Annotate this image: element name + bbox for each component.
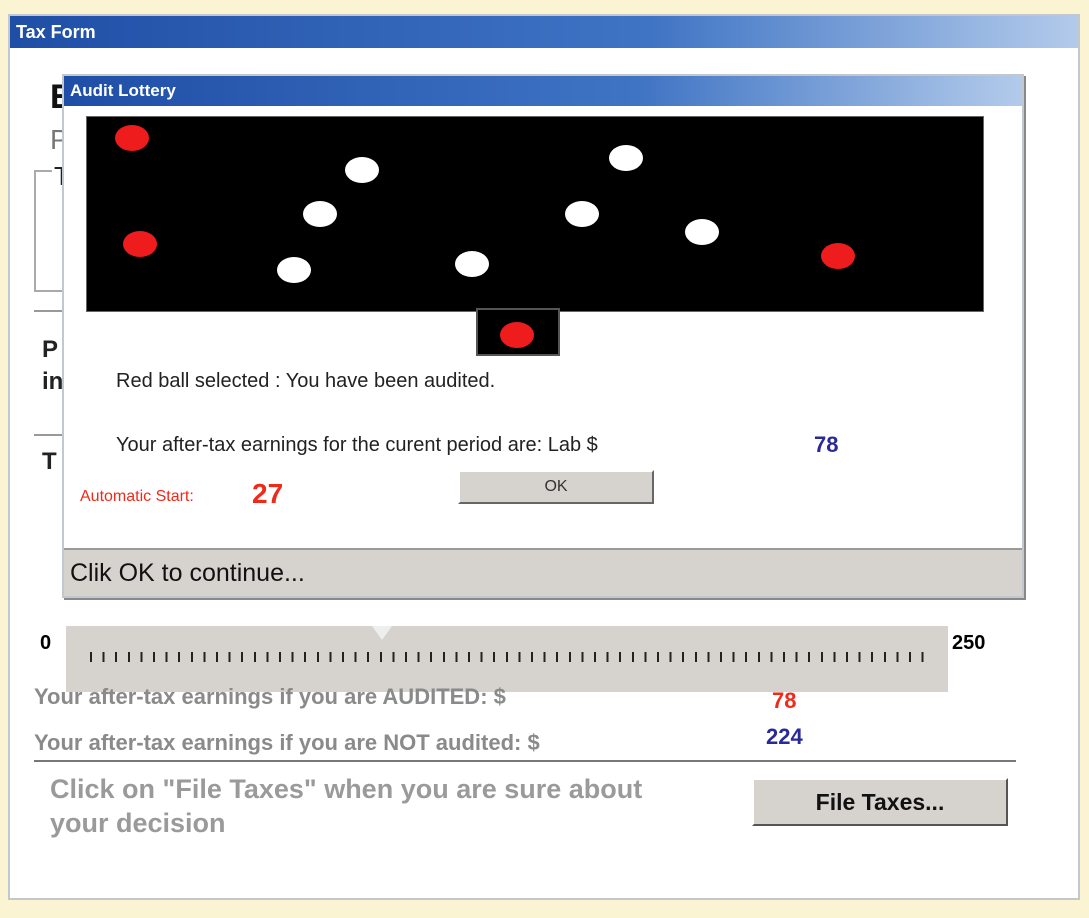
file-taxes-button[interactable]: File Taxes... xyxy=(752,778,1008,826)
instruction-text: Click on "File Taxes" when you are sure … xyxy=(50,774,643,838)
red-ball xyxy=(115,125,149,151)
audited-earnings-label: Your after-tax earnings if you are AUDIT… xyxy=(34,684,506,709)
selected-ball-box xyxy=(476,308,560,356)
not-audited-earnings-label: Your after-tax earnings if you are NOT a… xyxy=(34,730,540,755)
white-ball xyxy=(303,201,337,227)
audit-lottery-titlebar: Audit Lottery xyxy=(64,76,1022,106)
automatic-start-label: Automatic Start: xyxy=(80,488,194,505)
lottery-canvas xyxy=(86,116,984,312)
white-ball xyxy=(277,257,311,283)
income-slider[interactable] xyxy=(66,626,948,692)
lottery-result-text: Red ball selected : You have been audite… xyxy=(116,370,496,392)
audited-earnings-value: 78 xyxy=(772,688,797,713)
tax-form-titlebar: Tax Form xyxy=(10,16,1078,48)
slider-min-label: 0 xyxy=(40,632,52,654)
divider xyxy=(34,760,1016,762)
not-audited-earnings-value: 224 xyxy=(766,724,803,749)
white-ball xyxy=(609,145,643,171)
period-earnings-label: Your after-tax earnings for the curent p… xyxy=(116,434,598,456)
income-label-line1: P xyxy=(42,336,59,363)
red-ball xyxy=(123,231,157,257)
tax-label: T xyxy=(42,448,57,475)
slider-ticks xyxy=(90,652,924,662)
red-ball xyxy=(821,243,855,269)
ok-button[interactable]: OK xyxy=(458,470,654,504)
white-ball xyxy=(345,157,379,183)
slider-max-label: 250 xyxy=(952,632,986,654)
income-label-line2: in xyxy=(42,368,64,395)
period-earnings-value: 78 xyxy=(814,432,839,457)
slider-thumb[interactable] xyxy=(372,626,392,640)
status-bar: Clik OK to continue... xyxy=(64,548,1022,596)
white-ball xyxy=(685,219,719,245)
automatic-start-countdown: 27 xyxy=(252,478,284,509)
selected-red-ball xyxy=(500,322,534,348)
income-label: P in xyxy=(42,334,63,398)
white-ball xyxy=(565,201,599,227)
audit-lottery-dialog: Audit Lottery Red ball selected : You ha… xyxy=(62,74,1024,598)
white-ball xyxy=(455,251,489,277)
